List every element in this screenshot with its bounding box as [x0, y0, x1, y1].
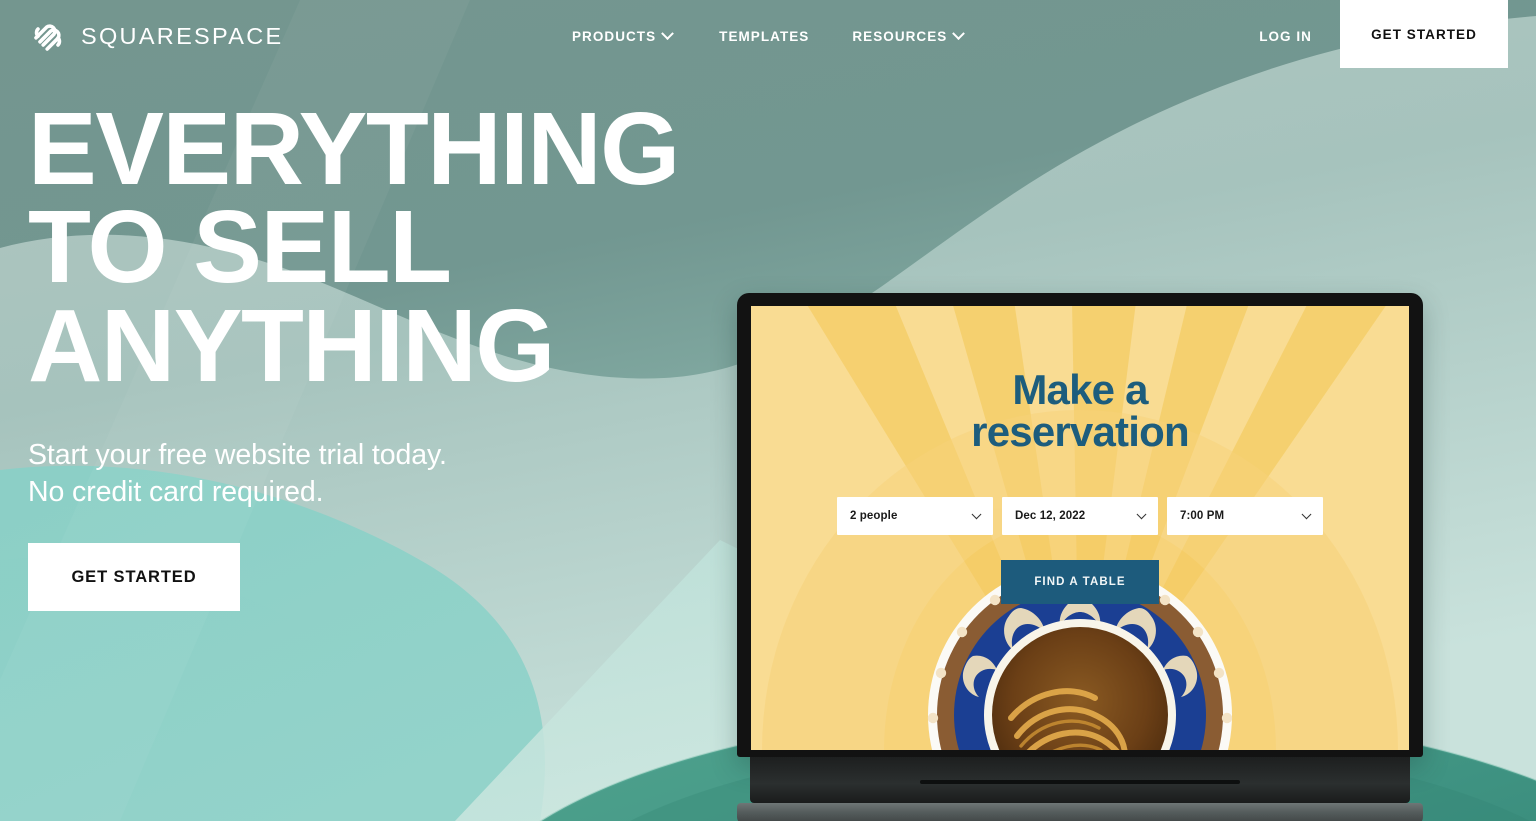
laptop-mockup: Make a reservation 2 people Dec 12, 2022	[737, 293, 1423, 821]
headline-line-2: TO SELL	[28, 189, 452, 305]
laptop-base	[737, 757, 1423, 821]
chevron-down-icon	[971, 508, 982, 519]
reservation-fields: 2 people Dec 12, 2022 7:00 PM	[751, 497, 1409, 535]
nav-actions: LOG IN GET STARTED	[1259, 0, 1536, 68]
squarespace-logo[interactable]: SQUARESPACE	[28, 17, 283, 57]
headline-line-3: ANYTHING	[28, 287, 555, 403]
page-title: EVERYTHING TO SELL ANYTHING	[28, 91, 788, 403]
hero-subtitle-line-2: No credit card required.	[28, 475, 324, 508]
nav-item-products[interactable]: PRODUCTS	[572, 24, 675, 49]
chevron-down-icon	[1136, 508, 1147, 519]
reservation-title-line1: Make a	[1012, 366, 1148, 413]
top-navigation: SQUARESPACE PRODUCTS TEMPLATES RESOURCES…	[0, 0, 1536, 72]
find-a-table-button[interactable]: FIND A TABLE	[1001, 560, 1159, 604]
nav-item-templates[interactable]: TEMPLATES	[719, 24, 809, 49]
nav-menu: PRODUCTS TEMPLATES RESOURCES	[572, 24, 966, 49]
reservation-time-select[interactable]: 7:00 PM	[1167, 497, 1323, 535]
nav-item-templates-label: TEMPLATES	[719, 29, 810, 44]
reservation-title-line2: reservation	[971, 408, 1189, 455]
nav-item-resources-label: RESOURCES	[852, 29, 948, 44]
chevron-down-icon	[1301, 508, 1312, 519]
squarespace-homepage: Make a reservation 2 people Dec 12, 2022	[0, 0, 1536, 821]
hero-section: EVERYTHING TO SELL ANYTHING Start your f…	[28, 91, 788, 612]
laptop-front-edge	[737, 803, 1423, 821]
chevron-down-icon	[661, 27, 675, 41]
squarespace-wordmark: SQUARESPACE	[81, 23, 284, 50]
reservation-date-value: Dec 12, 2022	[1015, 510, 1086, 522]
reservation-date-select[interactable]: Dec 12, 2022	[1002, 497, 1158, 535]
nav-item-resources[interactable]: RESOURCES	[852, 24, 966, 49]
chevron-down-icon	[952, 27, 966, 41]
get-started-hero-button[interactable]: GET STARTED	[28, 543, 240, 612]
laptop-screen: Make a reservation 2 people Dec 12, 2022	[751, 306, 1409, 750]
hero-subtitle: Start your free website trial today. No …	[28, 437, 788, 510]
headline-line-1: EVERYTHING	[28, 91, 680, 206]
get-started-nav-button[interactable]: GET STARTED	[1340, 0, 1508, 68]
login-link[interactable]: LOG IN	[1259, 29, 1312, 44]
reservation-widget: Make a reservation 2 people Dec 12, 2022	[751, 306, 1409, 750]
squarespace-logo-icon	[34, 24, 62, 51]
nav-item-products-label: PRODUCTS	[572, 29, 657, 44]
party-size-value: 2 people	[850, 510, 898, 522]
laptop-keyboard-deck	[750, 757, 1410, 803]
laptop-lid: Make a reservation 2 people Dec 12, 2022	[737, 293, 1423, 757]
reservation-time-value: 7:00 PM	[1180, 510, 1225, 522]
laptop-trackpad-notch	[920, 780, 1240, 784]
hero-subtitle-line-1: Start your free website trial today.	[28, 439, 447, 472]
reservation-title: Make a reservation	[751, 369, 1409, 453]
party-size-select[interactable]: 2 people	[837, 497, 993, 535]
